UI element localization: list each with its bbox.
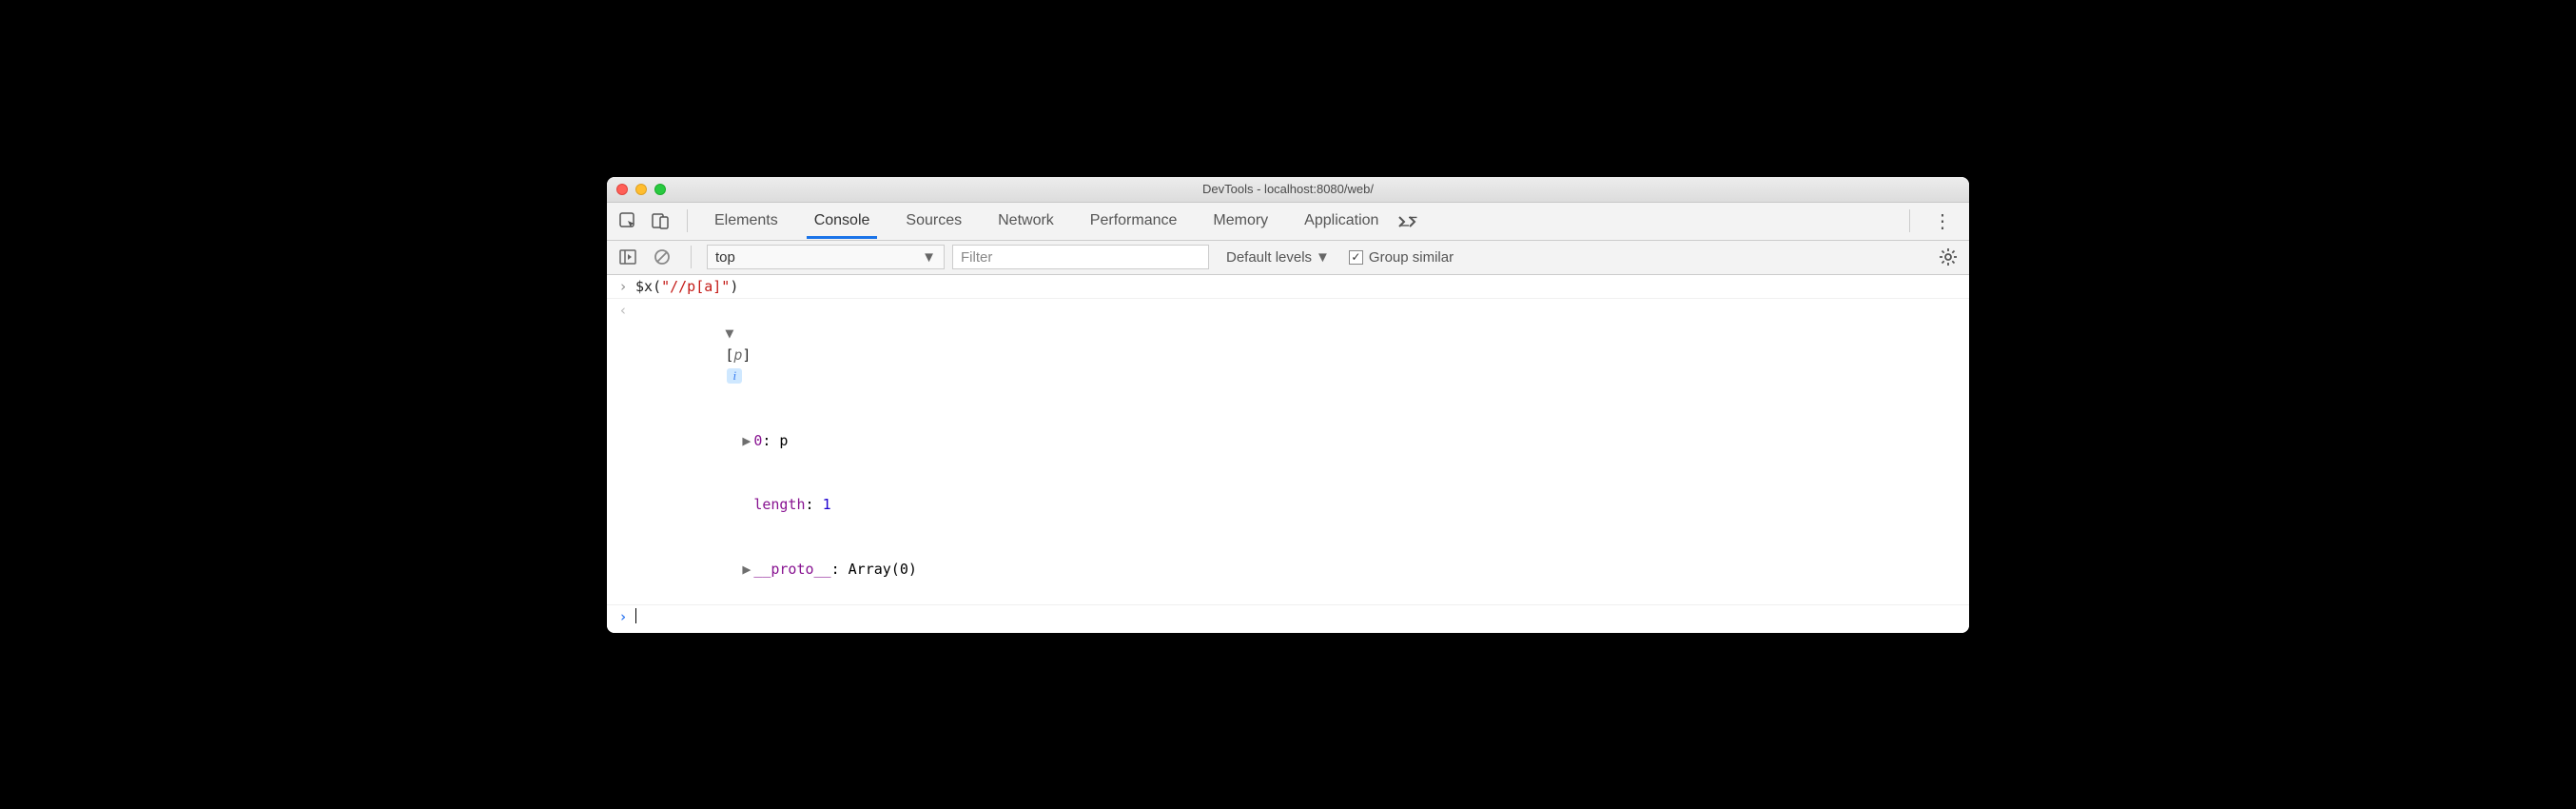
tab-performance[interactable]: Performance bbox=[1086, 205, 1181, 238]
toggle-sidebar-icon[interactable] bbox=[615, 244, 641, 270]
length-key: length bbox=[753, 496, 805, 513]
console-input-code: $x("//p[a]") bbox=[635, 278, 738, 295]
proto-val: Array(0) bbox=[849, 561, 917, 578]
disclosure-open-icon[interactable]: ▼ bbox=[725, 323, 736, 345]
clear-console-icon[interactable] bbox=[649, 244, 675, 270]
tab-application[interactable]: Application bbox=[1300, 205, 1382, 238]
divider bbox=[687, 209, 688, 232]
chevron-down-icon: ▼ bbox=[1316, 249, 1330, 266]
group-similar-toggle[interactable]: ✓ Group similar bbox=[1349, 249, 1454, 266]
chevron-down-icon: ▼ bbox=[922, 249, 936, 266]
disclosure-closed-icon[interactable]: ▶ bbox=[742, 430, 753, 452]
main-tabbar: Elements Console Sources Network Performance… bbox=[607, 203, 1969, 241]
length-val: 1 bbox=[823, 496, 831, 513]
input-chevron-icon: › bbox=[616, 278, 630, 295]
proto-key: __proto__ bbox=[753, 561, 830, 578]
checkbox-checked-icon: ✓ bbox=[1349, 250, 1363, 265]
console-body: › $x("//p[a]") ‹ ▼ [p] i ▶0: p length: 1… bbox=[607, 275, 1969, 633]
bracket-open: [ bbox=[725, 346, 733, 364]
console-prompt-row[interactable]: › bbox=[607, 605, 1969, 633]
console-output-row: ‹ ▼ [p] i ▶0: p length: 1 ▶__proto__: Ar… bbox=[607, 299, 1969, 605]
titlebar: DevTools - localhost:8080/web/ bbox=[607, 177, 1969, 203]
group-similar-label: Group similar bbox=[1369, 249, 1454, 266]
divider bbox=[691, 246, 692, 268]
panel-tabs: Elements Console Sources Network Performance… bbox=[711, 205, 1382, 238]
index-val: p bbox=[779, 432, 788, 449]
devtools-window: DevTools - localhost:8080/web/ Elements C… bbox=[607, 177, 1969, 633]
window-title: DevTools - localhost:8080/web/ bbox=[607, 182, 1969, 196]
console-input-row: › $x("//p[a]") bbox=[607, 275, 1969, 299]
bracket-close: ] bbox=[742, 346, 751, 364]
levels-selector[interactable]: Default levels ▼ bbox=[1226, 249, 1330, 266]
index-key: 0 bbox=[753, 432, 762, 449]
console-prompt-input[interactable] bbox=[635, 608, 636, 625]
result-object[interactable]: ▼ [p] i ▶0: p length: 1 ▶__proto__: Arra… bbox=[635, 302, 917, 602]
context-label: top bbox=[715, 249, 735, 266]
context-selector[interactable]: top ▼ bbox=[707, 245, 945, 269]
info-icon[interactable]: i bbox=[727, 368, 742, 384]
settings-menu-icon[interactable]: ⋮ bbox=[1923, 209, 1961, 233]
tab-console[interactable]: Console bbox=[810, 205, 874, 238]
divider bbox=[1909, 209, 1910, 232]
more-tabs-icon[interactable] bbox=[1395, 207, 1422, 234]
tab-elements[interactable]: Elements bbox=[711, 205, 782, 238]
console-settings-icon[interactable] bbox=[1935, 244, 1961, 270]
disclosure-closed-icon[interactable]: ▶ bbox=[742, 559, 753, 581]
device-toolbar-icon[interactable] bbox=[647, 207, 673, 234]
prompt-chevron-icon: › bbox=[616, 608, 630, 625]
levels-label: Default levels bbox=[1226, 249, 1312, 266]
tab-memory[interactable]: Memory bbox=[1209, 205, 1272, 238]
inspect-element-icon[interactable] bbox=[615, 207, 641, 234]
console-toolbar: top ▼ Filter Default levels ▼ ✓ Group si… bbox=[607, 241, 1969, 275]
tab-network[interactable]: Network bbox=[994, 205, 1058, 238]
output-chevron-icon: ‹ bbox=[616, 302, 630, 319]
tab-sources[interactable]: Sources bbox=[902, 205, 966, 238]
filter-input[interactable]: Filter bbox=[952, 245, 1209, 269]
filter-placeholder: Filter bbox=[961, 249, 992, 266]
